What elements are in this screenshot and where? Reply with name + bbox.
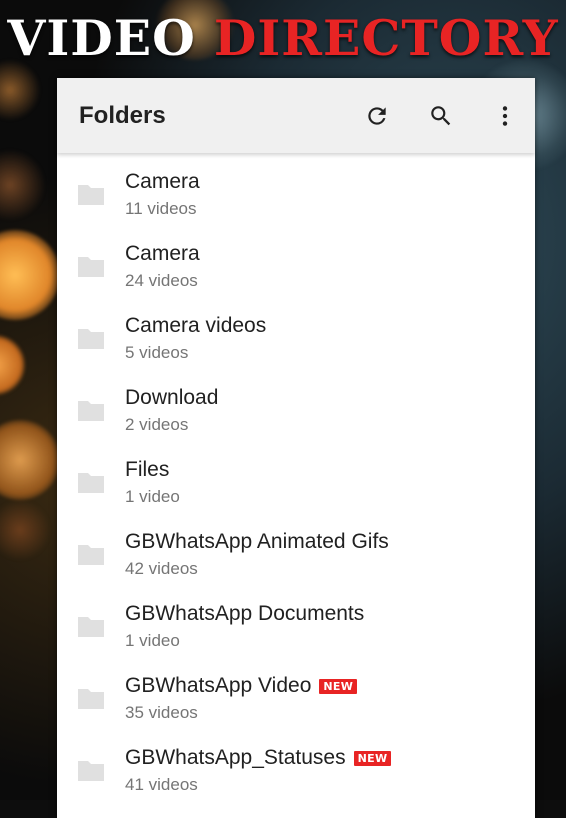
folder-name: Download xyxy=(125,386,219,409)
folder-name: Camera videos xyxy=(125,314,267,337)
folder-icon xyxy=(78,257,104,277)
folder-icon xyxy=(78,761,104,781)
video-count: 42 videos xyxy=(125,559,198,578)
folder-row[interactable]: GBWhatsApp Video NEW 35 videos xyxy=(57,663,535,735)
bokeh-light xyxy=(0,335,25,395)
folder-icon xyxy=(78,545,104,565)
refresh-icon xyxy=(368,106,386,125)
video-count: 5 videos xyxy=(125,343,189,362)
bokeh-light xyxy=(0,150,45,220)
folder-list: Camera 11 videos Camera 24 videos Camera… xyxy=(57,153,535,807)
video-count: 1 video xyxy=(125,487,180,506)
app-bar: Folders xyxy=(57,78,535,153)
banner-word-directory: DIRECTORY xyxy=(213,9,559,67)
video-count: 24 videos xyxy=(125,271,198,290)
video-count: 1 video xyxy=(125,631,180,650)
overflow-menu-button[interactable] xyxy=(485,96,525,136)
bokeh-light xyxy=(0,230,60,320)
video-count: 11 videos xyxy=(125,199,197,218)
more-vert-icon xyxy=(502,105,508,126)
folder-row[interactable]: GBWhatsApp Documents 1 video xyxy=(57,591,535,663)
folder-name: GBWhatsApp Video xyxy=(125,674,312,697)
bokeh-light xyxy=(0,420,60,500)
new-badge: NEW xyxy=(319,678,358,694)
search-button[interactable] xyxy=(421,96,461,136)
page-title: Folders xyxy=(79,101,166,129)
folder-row[interactable]: Download 2 videos xyxy=(57,375,535,447)
folder-icon xyxy=(78,329,104,349)
folder-name: GBWhatsApp Documents xyxy=(125,602,365,625)
search-icon xyxy=(431,105,451,125)
folder-row[interactable]: Camera 24 videos xyxy=(57,231,535,303)
folder-name: Camera xyxy=(125,170,200,193)
video-count: 2 videos xyxy=(125,415,189,434)
folder-name: Files xyxy=(125,458,170,481)
promo-banner-title: VIDEO DIRECTORY xyxy=(0,6,566,70)
folder-icon xyxy=(78,401,104,421)
banner-word-video: VIDEO xyxy=(7,9,196,67)
folder-name: GBWhatsApp_Statuses xyxy=(125,746,346,769)
folder-icon xyxy=(78,185,104,205)
video-count: 35 videos xyxy=(125,703,198,722)
folder-icon xyxy=(78,473,104,493)
folder-row[interactable]: GBWhatsApp Animated Gifs 42 videos xyxy=(57,519,535,591)
folder-row[interactable]: Camera 11 videos xyxy=(57,159,535,231)
video-count: 41 videos xyxy=(125,775,198,794)
folder-icon xyxy=(78,689,104,709)
folder-row[interactable]: Files 1 video xyxy=(57,447,535,519)
bokeh-light xyxy=(0,500,50,560)
folder-name: Camera xyxy=(125,242,200,265)
phone-screen: Folders Camera 11 videos Camera 24 video… xyxy=(57,78,535,818)
folder-name: GBWhatsApp Animated Gifs xyxy=(125,530,389,553)
folder-row[interactable]: GBWhatsApp_Statuses NEW 41 videos xyxy=(57,735,535,807)
folder-icon xyxy=(78,617,104,637)
refresh-button[interactable] xyxy=(357,96,397,136)
folder-row[interactable]: Camera videos 5 videos xyxy=(57,303,535,375)
new-badge: NEW xyxy=(353,750,392,766)
